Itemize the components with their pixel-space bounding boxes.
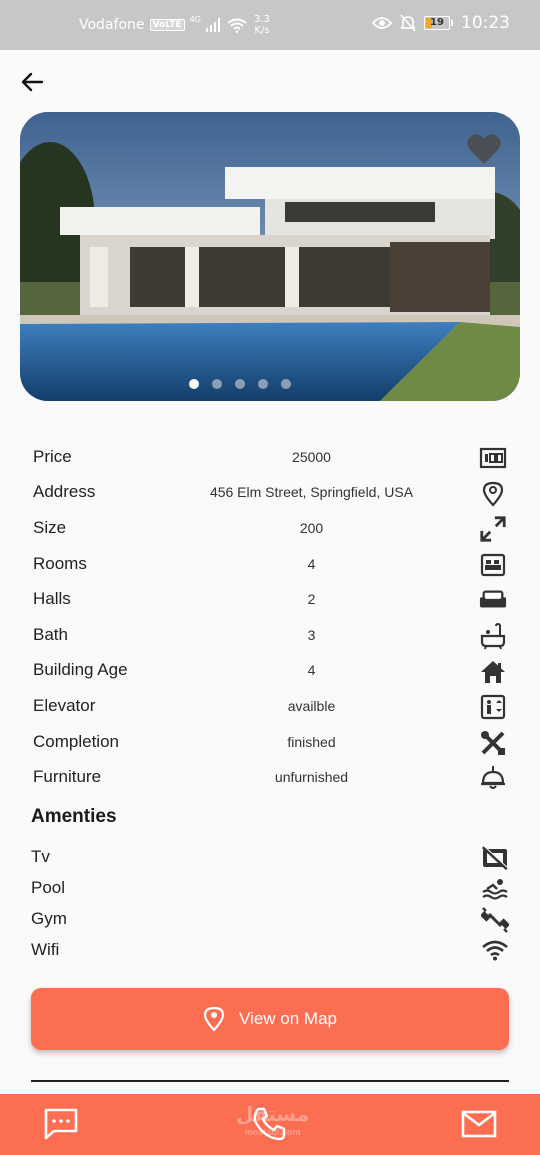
clock: 10:23 — [461, 13, 510, 33]
call-button[interactable] — [250, 1106, 288, 1142]
detail-label: Price — [33, 446, 72, 466]
amenity-row: Gym — [31, 904, 509, 935]
view-on-map-label: View on Map — [239, 1009, 337, 1028]
amenity-row: Pool — [31, 873, 509, 904]
carousel-dot[interactable] — [212, 379, 222, 389]
speed-unit: K/s — [254, 25, 270, 36]
arrow-back-icon — [21, 72, 44, 92]
location-pin-icon — [479, 480, 507, 508]
bed-icon — [479, 551, 507, 579]
divider — [31, 1080, 509, 1082]
eye-icon — [372, 17, 392, 29]
detail-label: Address — [33, 482, 96, 502]
battery-level: 19 — [430, 17, 444, 28]
pool-icon — [481, 875, 509, 903]
carrier-name: Vodafone — [79, 17, 145, 33]
bottom-action-bar: مستقل mostaql.com — [0, 1094, 540, 1155]
network-speed: 3.3 K/s — [254, 14, 270, 36]
back-button[interactable] — [18, 68, 46, 96]
signal-icon — [206, 18, 221, 32]
detail-label: Halls — [33, 589, 71, 609]
volte-badge: VoLTE — [149, 19, 185, 31]
chat-button[interactable] — [42, 1106, 80, 1142]
detail-value: availble — [287, 697, 336, 714]
detail-label: Building Age — [33, 660, 128, 680]
mail-button[interactable] — [460, 1106, 498, 1142]
wifi-icon — [481, 936, 509, 964]
carousel-dot[interactable] — [258, 379, 268, 389]
amenity-label: Wifi — [31, 939, 60, 959]
amenity-label: Tv — [31, 847, 50, 867]
detail-value: 25000 — [292, 448, 331, 465]
money-icon — [479, 444, 507, 472]
location-pin-icon — [203, 1006, 225, 1032]
heart-icon — [467, 134, 501, 164]
detail-value: 456 Elm Street, Springfield, USA — [209, 484, 414, 501]
carousel-dot[interactable] — [189, 379, 199, 389]
detail-label: Rooms — [33, 553, 87, 573]
wifi-status-icon — [227, 18, 247, 33]
property-image-carousel[interactable] — [20, 112, 520, 401]
detail-label: Bath — [33, 624, 68, 644]
status-bar: Vodafone VoLTE 4G 3.3 K/s 19 10:23 — [0, 0, 540, 50]
status-right: 19 10:23 — [372, 13, 510, 33]
notifications-off-icon — [400, 14, 416, 32]
detail-label: Completion — [33, 731, 119, 751]
detail-row: Price 25000 — [33, 439, 507, 475]
speed-value: 3.3 — [254, 14, 270, 25]
detail-row: Address 456 Elm Street, Springfield, USA — [33, 475, 507, 511]
detail-row: Bath 3 — [33, 617, 507, 653]
detail-row: Elevator availble — [33, 688, 507, 724]
detail-label: Size — [33, 517, 67, 537]
phone-icon — [253, 1107, 286, 1141]
detail-value: 200 — [299, 519, 324, 536]
mail-icon — [461, 1110, 497, 1138]
tools-icon — [479, 729, 507, 757]
tv-off-icon — [481, 844, 509, 872]
carousel-dot[interactable] — [235, 379, 245, 389]
amenities-list: Tv Pool Gym Wifi — [31, 842, 509, 965]
amenity-row: Tv — [31, 842, 509, 873]
detail-value: 4 — [307, 555, 316, 572]
property-photo — [20, 112, 520, 401]
detail-value: 3 — [307, 626, 316, 643]
elevator-icon — [479, 693, 507, 721]
carousel-dot[interactable] — [281, 379, 291, 389]
lamp-icon — [479, 764, 507, 792]
status-left: Vodafone VoLTE 4G 3.3 K/s — [79, 14, 270, 36]
detail-row: Rooms 4 — [33, 546, 507, 582]
view-on-map-button[interactable]: View on Map — [31, 988, 509, 1050]
amenities-heading: Amenties — [31, 806, 117, 827]
dumbbell-icon — [481, 906, 509, 934]
detail-row: Building Age 4 — [33, 653, 507, 689]
detail-value: 2 — [307, 591, 316, 608]
property-details-list: Price 25000 Address 456 Elm Street, Springf… — [33, 439, 507, 795]
chat-icon — [44, 1108, 78, 1140]
expand-arrows-icon — [479, 515, 507, 543]
detail-label: Furniture — [33, 767, 102, 787]
network-type: 4G — [189, 14, 202, 24]
amenity-row: Wifi — [31, 934, 509, 965]
detail-row: Furniture unfurnished — [33, 759, 507, 795]
carousel-indicators — [20, 379, 520, 389]
bathtub-icon — [479, 622, 507, 650]
battery-indicator: 19 — [424, 16, 453, 30]
sofa-icon — [479, 586, 507, 614]
detail-row: Completion finished — [33, 724, 507, 760]
favorite-button[interactable] — [466, 132, 502, 168]
detail-value: 4 — [307, 662, 316, 679]
detail-row: Size 200 — [33, 510, 507, 546]
amenity-label: Gym — [31, 908, 67, 928]
detail-label: Elevator — [33, 695, 96, 715]
detail-value: unfurnished — [274, 769, 349, 786]
detail-row: Halls 2 — [33, 581, 507, 617]
detail-value: finished — [287, 733, 336, 750]
amenity-label: Pool — [31, 878, 66, 898]
house-icon — [479, 658, 507, 686]
